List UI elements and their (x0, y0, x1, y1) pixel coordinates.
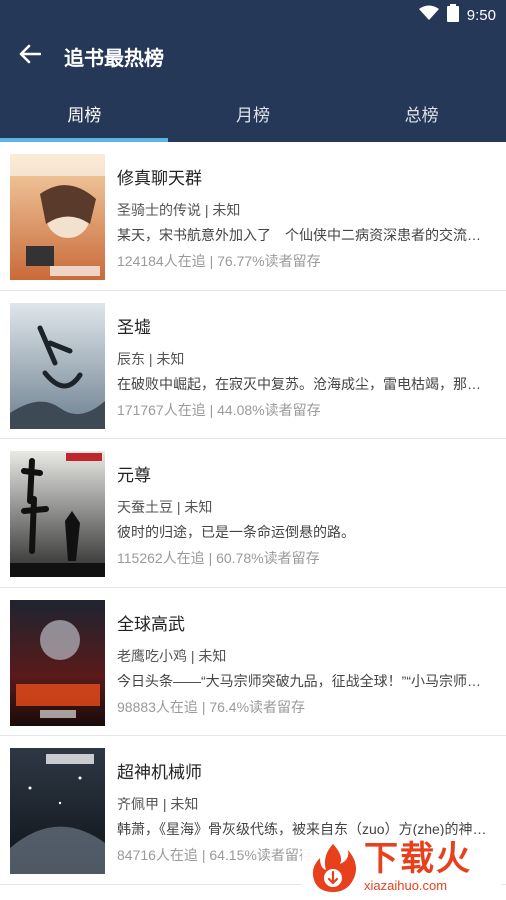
book-stats: 98883人在追 | 76.4%读者留存 (117, 698, 306, 715)
app-header: 9:50 追书最热榜 周榜 月榜 总榜 (0, 0, 506, 142)
book-author-status: 辰东 | 未知 (117, 350, 185, 367)
flame-logo-icon (302, 836, 364, 898)
book-title: 超神机械师 (117, 763, 202, 782)
tab-monthly[interactable]: 月榜 (169, 84, 338, 142)
book-title: 圣墟 (117, 317, 151, 337)
tab-overall[interactable]: 总榜 (337, 84, 506, 142)
book-cover (10, 154, 105, 280)
back-button[interactable] (0, 28, 60, 84)
status-time: 9:50 (466, 7, 496, 24)
book-stats: 115262人在追 | 60.78%读者留存 (117, 550, 320, 566)
book-description: 在破败中崛起，在寂灭中复苏。沧海成尘，雷电枯竭，那一缕幽雾又一次临近 (117, 375, 492, 392)
book-item[interactable]: 全球高武 老鹰吃小鸡 | 未知 今日头条——“大马宗师突破九品，征战全球！”“小… (0, 588, 506, 736)
book-item[interactable]: 修真聊天群 圣骑士的传说 | 未知 某天，宋书航意外加入了 个仙侠中二病资深患者… (0, 142, 506, 291)
book-author-status: 圣骑士的传说 | 未知 (117, 202, 241, 218)
book-author-status: 齐佩甲 | 未知 (117, 796, 199, 812)
book-title: 元尊 (117, 466, 151, 485)
book-author-status: 老鹰吃小鸡 | 未知 (117, 647, 227, 664)
book-list: 修真聊天群 圣骑士的传说 | 未知 某天，宋书航意外加入了 个仙侠中二病资深患者… (0, 142, 506, 885)
page-title: 追书最热榜 (64, 47, 164, 70)
book-title: 全球高武 (117, 614, 185, 634)
site-watermark: 下载火 xiazaihuo.com (302, 836, 502, 898)
toolbar: 追书最热榜 (0, 28, 506, 84)
book-description: 彼时的归途，已是一条命运倒悬的路。 (117, 524, 362, 540)
book-cover (10, 599, 105, 726)
battery-icon (446, 4, 459, 27)
book-author-status: 天蚕土豆 | 未知 (117, 499, 213, 515)
book-title: 修真聊天群 (117, 169, 202, 188)
book-cover (10, 302, 105, 429)
book-cover (10, 451, 105, 577)
book-description: 今日头条——“大马宗师突破九品，征战全球！”“小马宗师战死异域！” (117, 672, 492, 689)
book-stats: 171767人在追 | 44.08%读者留存 (117, 401, 321, 418)
book-item[interactable]: 元尊 天蚕土豆 | 未知 彼时的归途，已是一条命运倒悬的路。 115262人在追… (0, 439, 506, 588)
book-description: 某天，宋书航意外加入了 个仙侠中二病资深患者的交流群，里面的群友们都 (117, 227, 492, 243)
ranking-tabs: 周榜 月榜 总榜 (0, 84, 506, 142)
wifi-icon (418, 5, 439, 26)
watermark-text: 下载火 (364, 840, 472, 878)
tab-weekly[interactable]: 周榜 (0, 84, 169, 142)
watermark-url: xiazaihuo.com (364, 878, 448, 893)
book-stats: 124184人在追 | 76.77%读者留存 (117, 253, 321, 269)
book-item[interactable]: 圣墟 辰东 | 未知 在破败中崛起，在寂灭中复苏。沧海成尘，雷电枯竭，那一缕幽雾… (0, 291, 506, 439)
arrow-left-icon (19, 44, 42, 69)
status-bar: 9:50 (0, 0, 506, 28)
book-cover (10, 748, 105, 874)
